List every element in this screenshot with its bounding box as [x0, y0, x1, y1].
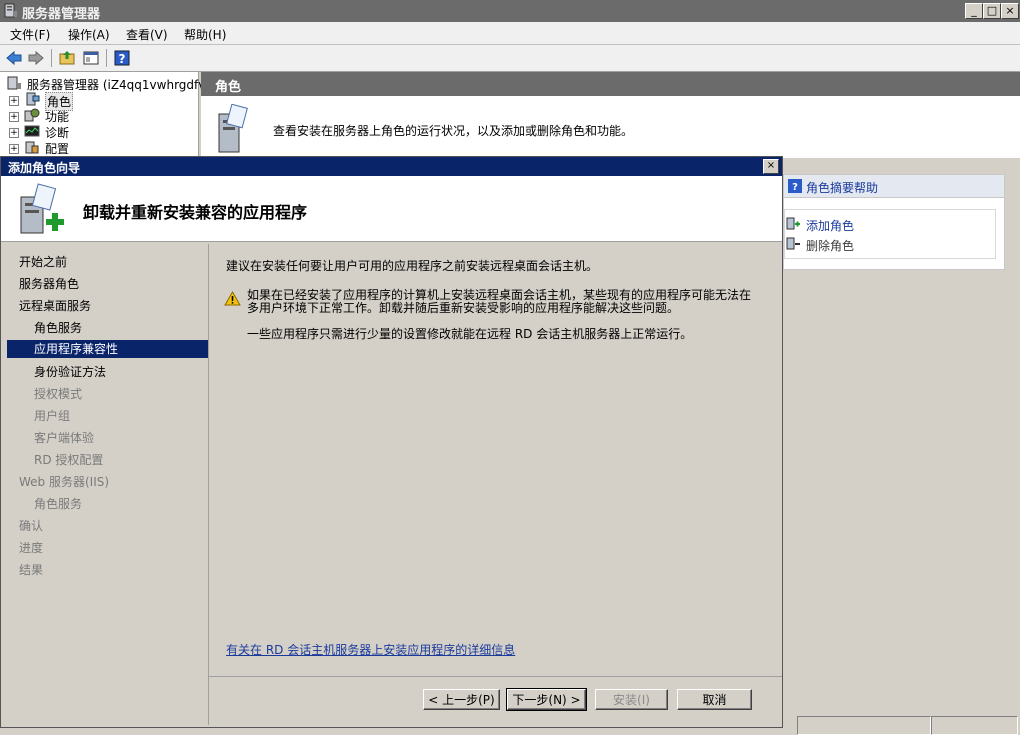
- wizard-step[interactable]: 开始之前: [19, 253, 67, 270]
- maximize-button[interactable]: □: [983, 3, 1001, 19]
- wizard-step: 用户组: [34, 409, 71, 423]
- wizard-step: 客户端体验: [34, 431, 95, 445]
- wizard-step: 角色服务: [34, 497, 83, 511]
- help-icon: ?: [788, 179, 802, 193]
- add-roles-wizard: 添加角色向导 × 卸载并重新安装兼容的应用程序 开始之前 服务器角色 远程桌面服…: [0, 156, 783, 728]
- roles-header-title: 角色: [215, 80, 242, 95]
- note-text: 一些应用程序只需进行少量的设置修改就能在远程 RD 会话主机服务器上正常运行。: [247, 327, 693, 341]
- expand-icon[interactable]: +: [9, 144, 19, 154]
- warning-icon: [224, 291, 241, 306]
- next-button[interactable]: 下一步(N) >: [506, 688, 587, 711]
- wizard-heading: 卸载并重新安装兼容的应用程序: [83, 203, 308, 222]
- roles-icon: [26, 92, 40, 106]
- status-cell: [797, 716, 931, 735]
- wizard-step: Web 服务器(IIS): [19, 475, 110, 489]
- wizard-step: RD 授权配置: [34, 453, 104, 467]
- tree-item-diagnostics[interactable]: 诊断: [45, 124, 69, 141]
- minimize-button[interactable]: _: [965, 3, 983, 19]
- wizard-step[interactable]: 远程桌面服务: [19, 297, 91, 314]
- wizard-button-bar: < 上一步(P) 下一步(N) > 安装(I) 取消: [209, 676, 782, 728]
- wizard-step[interactable]: 角色服务: [34, 319, 82, 336]
- toolbar-separator: [51, 49, 52, 67]
- svg-text:?: ?: [792, 182, 798, 193]
- wizard-step: 确认: [19, 519, 44, 533]
- wizard-close-button[interactable]: ×: [763, 159, 779, 174]
- diagnostics-icon: [24, 125, 40, 137]
- expand-icon[interactable]: +: [9, 112, 19, 122]
- remove-role-icon: [786, 237, 800, 250]
- menu-bar: 文件(F) 操作(A) 查看(V) 帮助(H): [0, 22, 1020, 45]
- wizard-content: 建议在安装任何要让用户可用的应用程序之前安装远程桌面会话主机。 如果在已经安装了…: [209, 244, 782, 676]
- add-role-link[interactable]: 添加角色: [806, 217, 854, 234]
- warning-text-line2: 多用户环境下正常工作。卸载并随后重新安装受影响的应用程序能解决这些问题。: [247, 301, 680, 315]
- roles-help-panel: ? 角色摘要帮助 添加角色 删除角色: [783, 174, 1005, 270]
- menu-help[interactable]: 帮助(H): [184, 26, 226, 43]
- wizard-step[interactable]: 服务器角色: [19, 275, 79, 292]
- back-arrow-icon[interactable]: [5, 49, 23, 67]
- toolbar: ?: [0, 45, 1020, 72]
- wizard-step: 结果: [19, 563, 44, 577]
- wizard-titlebar[interactable]: 添加角色向导 ×: [1, 157, 782, 176]
- server-manager-icon: [7, 76, 21, 90]
- previous-button[interactable]: < 上一步(P): [423, 689, 500, 710]
- features-icon: [24, 108, 40, 122]
- wizard-step-selected[interactable]: 应用程序兼容性: [7, 340, 208, 358]
- roles-summary-help-link[interactable]: 角色摘要帮助: [806, 179, 878, 196]
- help-icon[interactable]: ?: [113, 49, 131, 67]
- wizard-steps-nav: 开始之前 服务器角色 远程桌面服务 角色服务 应用程序兼容性 身份验证方法 授权…: [7, 244, 209, 725]
- wizard-server-add-icon: [20, 183, 64, 234]
- close-button[interactable]: ×: [1001, 3, 1019, 19]
- intro-text: 建议在安装任何要让用户可用的应用程序之前安装远程桌面会话主机。: [226, 259, 599, 273]
- wizard-title: 添加角色向导: [8, 161, 81, 175]
- console-tree: 服务器管理器 (iZ4qq1vwhrgdfv + 角色 + 功能 + 诊断 + …: [0, 72, 205, 157]
- roles-header: 角色: [201, 72, 1020, 96]
- toolbar-separator: [106, 49, 107, 67]
- menu-file[interactable]: 文件(F): [10, 26, 50, 43]
- more-info-link[interactable]: 有关在 RD 会话主机服务器上安装应用程序的详细信息: [226, 641, 515, 658]
- wizard-step: 进度: [19, 541, 44, 555]
- forward-arrow-icon[interactable]: [27, 49, 45, 67]
- expand-icon[interactable]: +: [9, 128, 19, 138]
- status-bar: [783, 715, 1020, 735]
- server-roles-icon: [218, 104, 248, 153]
- menu-action[interactable]: 操作(A): [68, 26, 110, 43]
- configuration-icon: [25, 141, 39, 154]
- wizard-step: 授权模式: [34, 387, 83, 401]
- svg-text:?: ?: [119, 52, 126, 66]
- add-role-icon: [786, 217, 800, 230]
- remove-role-link[interactable]: 删除角色: [806, 237, 854, 254]
- roles-summary: 查看安装在服务器上角色的运行状况，以及添加或删除角色和功能。: [201, 96, 1020, 158]
- up-folder-icon[interactable]: [58, 49, 76, 67]
- cancel-button[interactable]: 取消: [677, 689, 752, 710]
- roles-description: 查看安装在服务器上角色的运行状况，以及添加或删除角色和功能。: [273, 124, 634, 138]
- menu-view[interactable]: 查看(V): [126, 26, 168, 43]
- show-hide-console-icon[interactable]: [82, 49, 100, 67]
- wizard-header: 卸载并重新安装兼容的应用程序: [1, 176, 782, 242]
- install-button: 安装(I): [595, 689, 668, 710]
- server-manager-icon: [4, 3, 17, 18]
- tree-item-configuration[interactable]: 配置: [45, 140, 69, 157]
- window-title: 服务器管理器: [22, 7, 101, 22]
- expand-icon[interactable]: +: [9, 96, 19, 106]
- tree-item-features[interactable]: 功能: [45, 108, 69, 125]
- window-titlebar[interactable]: 服务器管理器 _ □ ×: [0, 0, 1020, 22]
- status-cell: [931, 716, 1018, 735]
- wizard-step[interactable]: 身份验证方法: [34, 363, 106, 380]
- tree-root[interactable]: 服务器管理器 (iZ4qq1vwhrgdfv: [27, 76, 205, 93]
